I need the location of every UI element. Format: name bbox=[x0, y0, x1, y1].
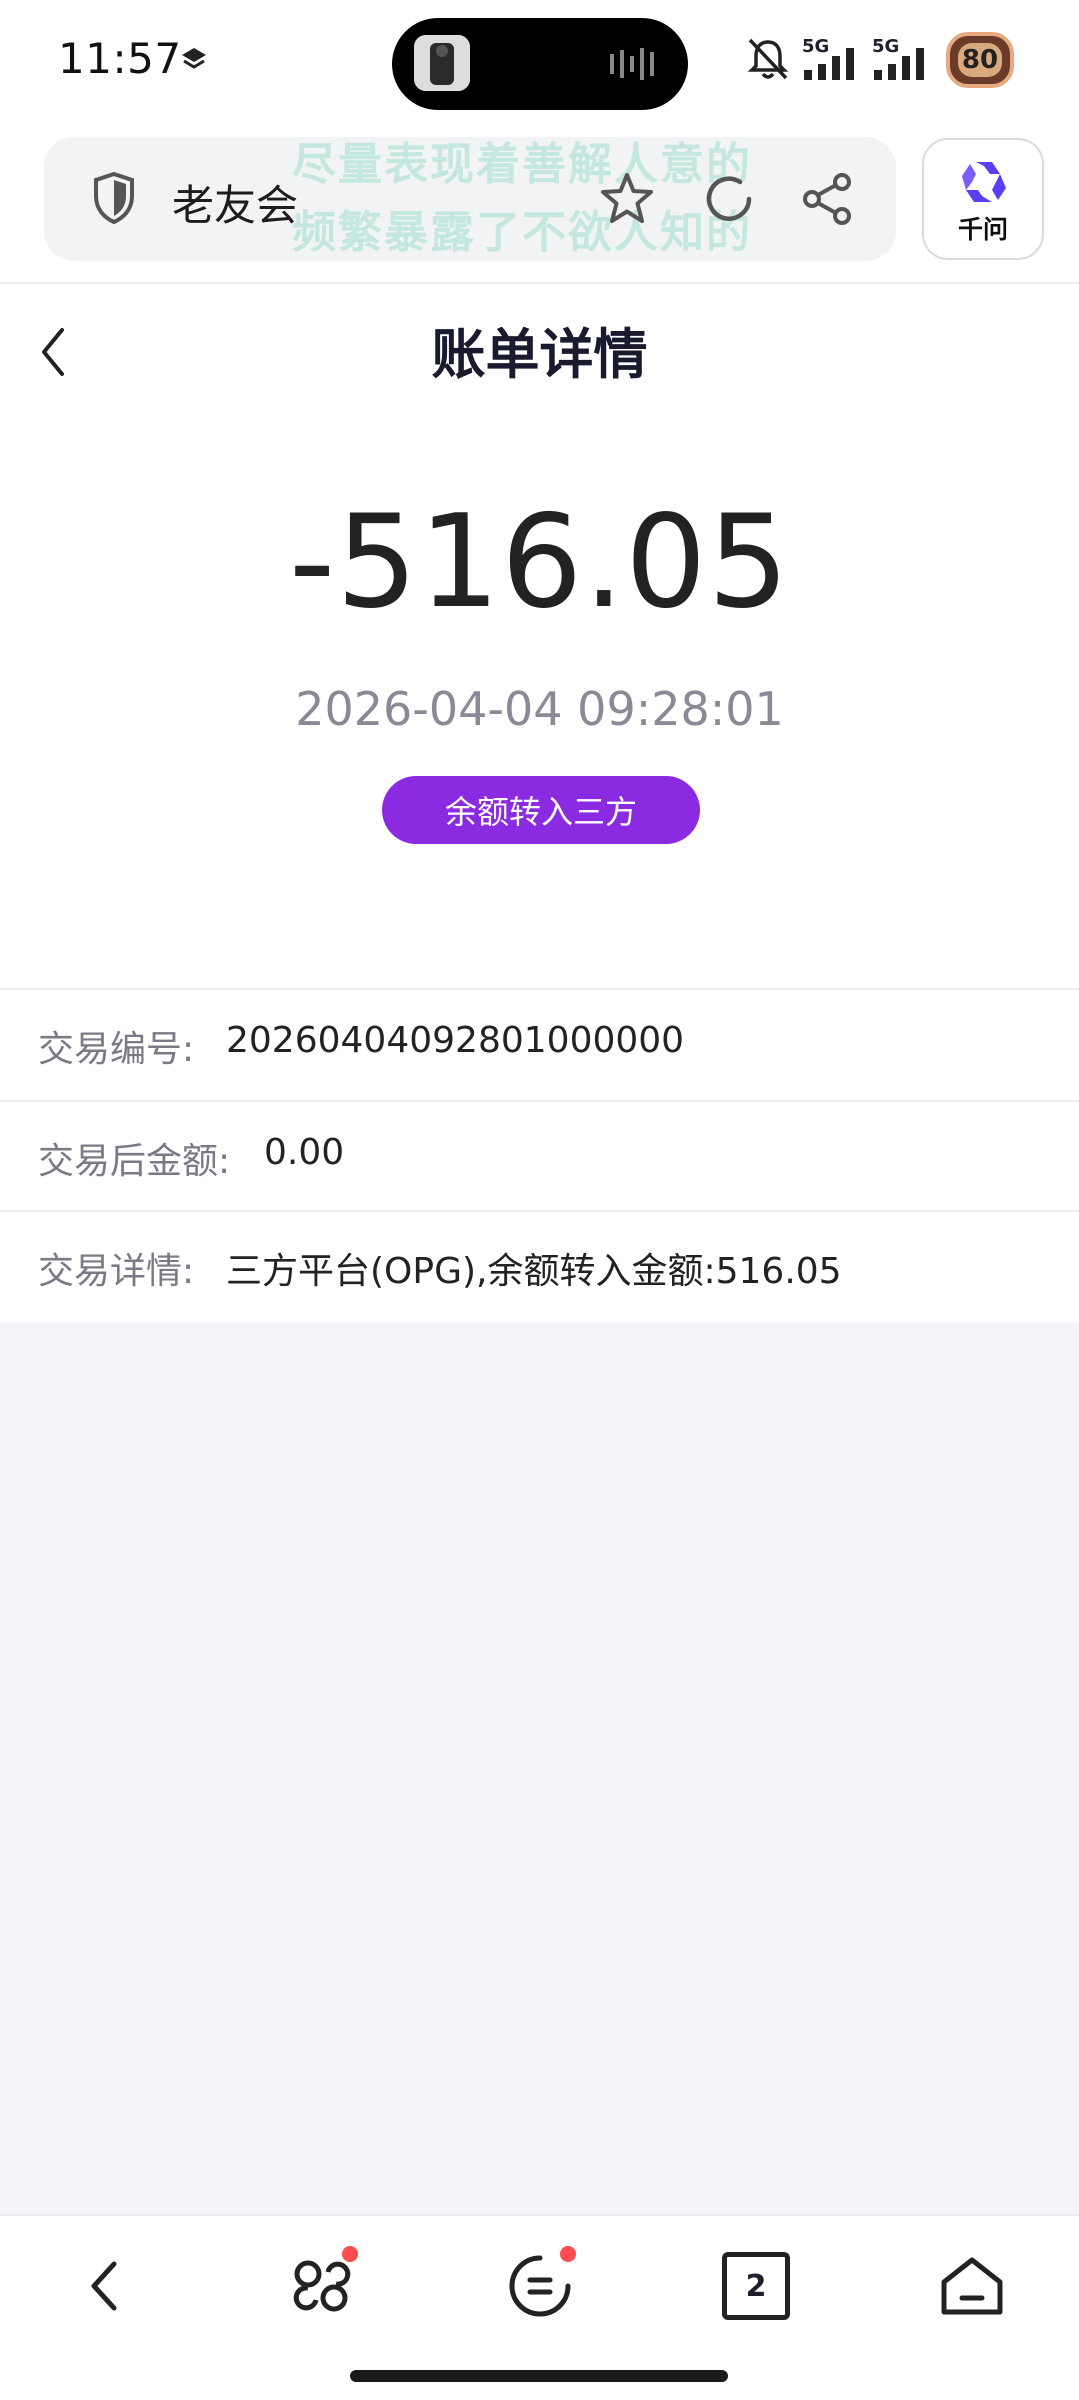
menu-notification-dot bbox=[560, 2246, 576, 2262]
detail-label: 交易编号: bbox=[38, 1029, 195, 1070]
detail-row-balance-after: 交易后金额: 0.00 bbox=[0, 1104, 1079, 1212]
detail-value: 三方平台(OPG),余额转入金额:516.05 bbox=[226, 1251, 842, 1292]
detail-value: 0.00 bbox=[264, 1132, 345, 1173]
home-icon[interactable] bbox=[938, 2252, 1006, 2320]
tabs-icon[interactable]: 2 bbox=[722, 2252, 790, 2320]
dynamic-island[interactable] bbox=[392, 18, 688, 110]
battery-level: 80 bbox=[957, 43, 1003, 77]
details-divider-top bbox=[0, 988, 1079, 990]
detail-row-transaction-id: 交易编号: 20260404092801000000 bbox=[0, 992, 1079, 1100]
share-icon[interactable] bbox=[798, 170, 856, 228]
mute-bell-icon bbox=[747, 38, 789, 80]
tab-count: 2 bbox=[745, 2268, 767, 2304]
detail-value: 20260404092801000000 bbox=[226, 1020, 685, 1061]
layers-icon bbox=[182, 48, 206, 69]
qianwen-assistant-button[interactable]: 千问 bbox=[922, 138, 1044, 260]
detail-divider bbox=[0, 1100, 1079, 1102]
transaction-type-badge: 余额转入三方 bbox=[382, 776, 700, 844]
detail-label: 交易详情: bbox=[38, 1251, 195, 1292]
discover-icon[interactable] bbox=[288, 2252, 356, 2320]
page-title: 账单详情 bbox=[431, 323, 648, 386]
discover-notification-dot bbox=[342, 2246, 358, 2262]
header-divider bbox=[0, 282, 1079, 284]
detail-label: 交易后金额: bbox=[38, 1141, 231, 1182]
signal-2-icon: 5G bbox=[870, 36, 938, 82]
site-name[interactable]: 老友会 bbox=[172, 172, 298, 233]
detail-divider bbox=[0, 1210, 1079, 1212]
detail-row-transaction-details: 交易详情: 三方平台(OPG),余额转入金额:516.05 bbox=[0, 1214, 1079, 1322]
qianwen-logo-icon bbox=[962, 162, 1006, 202]
battery-indicator: 80 bbox=[946, 32, 1014, 88]
audio-wave-icon bbox=[610, 48, 654, 80]
shield-icon[interactable] bbox=[90, 170, 138, 226]
home-indicator[interactable] bbox=[350, 2370, 728, 2382]
empty-content-area bbox=[0, 1322, 1079, 2214]
bill-amount: -516.05 bbox=[288, 488, 791, 637]
back-icon[interactable] bbox=[72, 2252, 140, 2320]
bill-datetime: 2026-04-04 09:28:01 bbox=[295, 682, 784, 736]
media-thumbnail-icon bbox=[414, 35, 470, 91]
signal-1-icon: 5G bbox=[800, 36, 868, 82]
qianwen-label: 千问 bbox=[957, 215, 1008, 244]
star-icon[interactable] bbox=[598, 170, 656, 228]
menu-icon[interactable] bbox=[506, 2252, 574, 2320]
refresh-icon[interactable] bbox=[700, 170, 758, 228]
status-time: 11:57 bbox=[58, 34, 182, 83]
